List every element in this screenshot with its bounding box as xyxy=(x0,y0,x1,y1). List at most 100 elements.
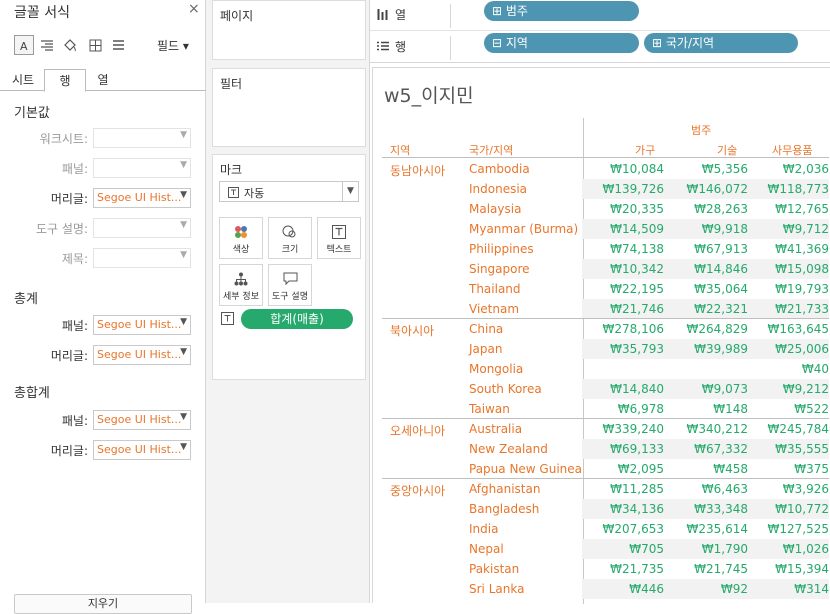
country-header[interactable]: Thailand xyxy=(469,282,521,296)
table-row[interactable]: South Korea ₩14,840 ₩9,073 ₩9,212 xyxy=(382,379,829,399)
table-row[interactable]: 북아시아 China ₩278,106 ₩264,829 ₩163,645 xyxy=(382,319,829,339)
header-font-dropdown[interactable]: Segoe UI Hist... ▼ xyxy=(93,188,191,208)
table-row[interactable]: Mongolia ₩40 xyxy=(382,359,829,379)
region-header[interactable]: 중앙아시아 xyxy=(390,482,445,499)
sales-value[interactable]: ₩10,342 xyxy=(610,262,664,276)
sales-value[interactable]: ₩2,036 xyxy=(783,162,829,176)
sales-value[interactable]: ₩21,733 xyxy=(775,302,829,316)
region-pill[interactable]: ⊟ 지역 xyxy=(484,33,639,53)
country-header[interactable]: Japan xyxy=(469,342,502,356)
region-header[interactable]: 북아시아 xyxy=(390,322,434,339)
borders-format-icon[interactable] xyxy=(85,35,105,55)
country-header[interactable]: Mongolia xyxy=(469,362,523,376)
sales-value[interactable]: ₩245,784 xyxy=(768,422,830,436)
sales-value[interactable]: ₩20,335 xyxy=(610,202,664,216)
columns-shelf[interactable]: 열 ⊞ 범주 xyxy=(370,0,830,31)
sales-value[interactable]: ₩314 xyxy=(794,582,829,596)
sales-value[interactable]: ₩5,356 xyxy=(702,162,748,176)
country-header[interactable]: Afghanistan xyxy=(469,482,540,496)
lines-format-icon[interactable] xyxy=(108,35,128,55)
total-pane-font-dropdown[interactable]: Segoe UI Hist... ▼ xyxy=(93,315,191,335)
table-row[interactable]: Japan ₩35,793 ₩39,989 ₩25,006 xyxy=(382,339,829,359)
sales-value[interactable]: ₩278,106 xyxy=(603,322,665,336)
table-row[interactable]: Thailand ₩22,195 ₩35,064 ₩19,793 xyxy=(382,279,829,299)
country-pill[interactable]: ⊞ 국가/지역 xyxy=(644,33,798,53)
table-row[interactable]: Bangladesh ₩34,136 ₩33,348 ₩10,772 xyxy=(382,499,829,519)
sales-value[interactable]: ₩25,006 xyxy=(775,342,829,356)
worksheet-font-dropdown[interactable]: ▼ xyxy=(93,128,191,148)
country-header[interactable]: Cambodia xyxy=(469,162,530,176)
table-row[interactable]: Indonesia ₩139,726 ₩146,072 ₩118,773 xyxy=(382,179,829,199)
sales-value[interactable]: ₩74,138 xyxy=(610,242,664,256)
sales-value[interactable]: ₩207,653 xyxy=(603,522,665,536)
sales-value[interactable]: ₩41,369 xyxy=(775,242,829,256)
sales-value[interactable]: ₩127,525 xyxy=(768,522,830,536)
pane-font-dropdown[interactable]: ▼ xyxy=(93,158,191,178)
country-header[interactable]: Indonesia xyxy=(469,182,527,196)
total-header-font-dropdown[interactable]: Segoe UI Hist... ▼ xyxy=(93,345,191,365)
sales-value[interactable]: ₩39,989 xyxy=(694,342,748,356)
sales-value[interactable]: ₩21,735 xyxy=(610,562,664,576)
rows-shelf[interactable]: 행 ⊟ 지역 ⊞ 국가/지역 xyxy=(370,32,830,63)
sales-value[interactable]: ₩6,978 xyxy=(618,402,664,416)
close-icon[interactable]: × xyxy=(188,1,200,17)
sales-value[interactable]: ₩10,772 xyxy=(775,502,829,516)
table-row[interactable]: Taiwan ₩6,978 ₩148 ₩522 xyxy=(382,399,829,419)
filters-card[interactable]: 필터 xyxy=(212,68,366,147)
grand-total-header-font-dropdown[interactable]: Segoe UI Hist... ▼ xyxy=(93,440,191,460)
sales-value[interactable]: ₩15,098 xyxy=(775,262,829,276)
country-header[interactable]: Philippines xyxy=(469,242,534,256)
table-row[interactable]: Papua New Guinea ₩2,095 ₩458 ₩375 xyxy=(382,459,829,479)
sales-value[interactable]: ₩3,926 xyxy=(783,482,829,496)
sales-value[interactable]: ₩35,793 xyxy=(610,342,664,356)
table-row[interactable]: 중앙아시아 Afghanistan ₩11,285 ₩6,463 ₩3,926 xyxy=(382,479,829,499)
country-header[interactable]: Bangladesh xyxy=(469,502,539,516)
field-dropdown-button[interactable]: 필드 ▾ xyxy=(157,37,189,54)
sales-value[interactable]: ₩33,348 xyxy=(694,502,748,516)
table-row[interactable]: Myanmar (Burma) ₩14,509 ₩9,918 ₩9,712 xyxy=(382,219,829,239)
sales-value[interactable]: ₩12,765 xyxy=(775,202,829,216)
table-row[interactable]: Pakistan ₩21,735 ₩21,745 ₩15,394 xyxy=(382,559,829,579)
sales-value[interactable]: ₩40 xyxy=(802,362,829,376)
sales-value[interactable]: ₩28,263 xyxy=(694,202,748,216)
sales-value[interactable]: ₩458 xyxy=(713,462,748,476)
sales-value[interactable]: ₩92 xyxy=(721,582,748,596)
label-button[interactable]: 텍스트 xyxy=(317,217,361,259)
tooltip-font-dropdown[interactable]: ▼ xyxy=(93,218,191,238)
sales-value[interactable]: ₩35,064 xyxy=(694,282,748,296)
country-header[interactable]: Pakistan xyxy=(469,562,519,576)
table-row[interactable]: India ₩207,653 ₩235,614 ₩127,525 xyxy=(382,519,829,539)
mark-type-dropdown[interactable]: 자동 ▼ xyxy=(219,181,359,202)
sales-value[interactable]: ₩14,840 xyxy=(610,382,664,396)
sales-value[interactable]: ₩1,026 xyxy=(783,542,829,556)
sales-value[interactable]: ₩21,746 xyxy=(610,302,664,316)
sales-value[interactable]: ₩22,195 xyxy=(610,282,664,296)
region-header[interactable]: 동남아시아 xyxy=(390,162,445,179)
country-header[interactable]: Australia xyxy=(469,422,522,436)
tab-columns[interactable]: 열 xyxy=(86,69,120,91)
category-pill[interactable]: ⊞ 범주 xyxy=(484,1,639,21)
grand-total-pane-font-dropdown[interactable]: Segoe UI Hist... ▼ xyxy=(93,410,191,430)
sales-value[interactable]: ₩14,509 xyxy=(610,222,664,236)
sales-value[interactable]: ₩67,332 xyxy=(694,442,748,456)
font-format-icon[interactable]: A xyxy=(14,35,34,55)
sales-value[interactable]: ₩264,829 xyxy=(687,322,749,336)
sales-value[interactable]: ₩339,240 xyxy=(603,422,665,436)
sales-value[interactable]: ₩9,073 xyxy=(702,382,748,396)
country-header[interactable]: China xyxy=(469,322,503,336)
sales-value[interactable]: ₩19,793 xyxy=(775,282,829,296)
table-row[interactable]: Vietnam ₩21,746 ₩22,321 ₩21,733 xyxy=(382,299,829,319)
sales-value[interactable]: ₩2,095 xyxy=(618,462,664,476)
sales-value[interactable]: ₩11,285 xyxy=(610,482,664,496)
table-row[interactable]: Nepal ₩705 ₩1,790 ₩1,026 xyxy=(382,539,829,559)
sales-value[interactable]: ₩22,321 xyxy=(694,302,748,316)
sales-value[interactable]: ₩705 xyxy=(629,542,664,556)
detail-button[interactable]: 세부 정보 xyxy=(219,264,263,306)
sales-value[interactable]: ₩235,614 xyxy=(687,522,749,536)
size-button[interactable]: 크기 xyxy=(268,217,312,259)
table-row[interactable]: Malaysia ₩20,335 ₩28,263 ₩12,765 xyxy=(382,199,829,219)
sales-value[interactable]: ₩522 xyxy=(794,402,829,416)
title-font-dropdown[interactable]: ▼ xyxy=(93,248,191,268)
table-row[interactable]: Sri Lanka ₩446 ₩92 ₩314 xyxy=(382,579,829,599)
sales-value[interactable]: ₩1,790 xyxy=(702,542,748,556)
